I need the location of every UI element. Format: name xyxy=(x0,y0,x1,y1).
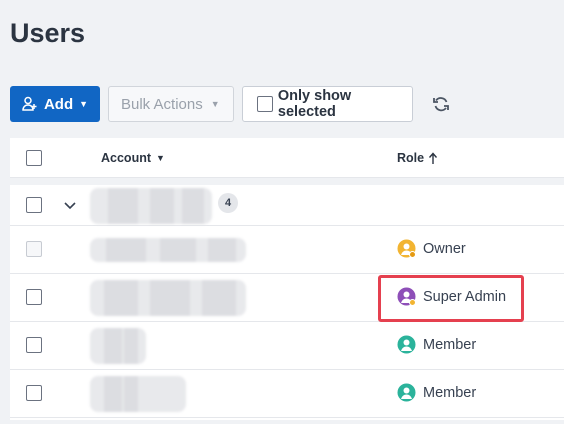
redacted-account xyxy=(90,280,246,316)
only-show-selected-label: Only show selected xyxy=(277,88,352,120)
row-checkbox xyxy=(26,241,42,257)
refresh-icon[interactable] xyxy=(430,93,452,115)
bulk-actions-label: Bulk Actions xyxy=(121,95,203,113)
add-button-label: Add xyxy=(43,95,74,113)
user-avatar-icon xyxy=(397,335,416,354)
group-checkbox[interactable] xyxy=(26,197,42,213)
redacted-account xyxy=(90,328,146,364)
role-cell: Member xyxy=(397,335,476,354)
page-title: Users xyxy=(10,18,86,48)
select-all-checkbox[interactable] xyxy=(26,150,42,166)
bulk-actions-button[interactable]: Bulk Actions ▼ xyxy=(108,86,234,122)
role-label: Member xyxy=(423,384,477,401)
row-checkbox[interactable] xyxy=(26,337,42,353)
redacted-account xyxy=(90,238,246,262)
caret-down-icon: ▼ xyxy=(210,99,220,109)
role-cell: Member xyxy=(397,383,476,402)
chevron-down-icon[interactable] xyxy=(62,197,78,213)
account-header-label: Account xyxy=(101,151,151,165)
only-show-selected-checkbox[interactable] xyxy=(257,96,273,112)
highlight-box xyxy=(378,275,524,322)
add-button[interactable]: Add ▼ xyxy=(10,86,100,122)
user-avatar-icon xyxy=(397,239,416,258)
account-column-header[interactable]: Account ▼ xyxy=(101,151,165,165)
caret-down-icon: ▼ xyxy=(79,99,89,109)
member-count-badge: 4 xyxy=(218,193,238,213)
role-header-label: Role xyxy=(397,151,425,165)
role-column-header[interactable]: Role xyxy=(397,151,438,165)
role-label: Owner xyxy=(423,240,466,257)
redacted-group-name xyxy=(90,188,212,224)
sort-up-arrow-icon xyxy=(429,151,438,164)
table-row[interactable]: Member xyxy=(10,322,564,370)
table-row[interactable]: Member xyxy=(10,370,564,418)
add-user-icon xyxy=(22,96,37,111)
row-checkbox[interactable] xyxy=(26,385,42,401)
role-label: Member xyxy=(423,336,477,353)
role-cell: Owner xyxy=(397,239,466,258)
redacted-account xyxy=(90,376,186,412)
table-header: Account ▼ Role xyxy=(10,138,564,178)
group-row[interactable]: 4 xyxy=(10,185,564,226)
table-row[interactable]: Owner xyxy=(10,226,564,274)
caret-down-icon: ▼ xyxy=(156,153,165,163)
user-avatar-icon xyxy=(397,383,416,402)
only-show-selected-toggle[interactable]: Only show selected xyxy=(242,86,413,122)
header-separator xyxy=(10,178,564,185)
row-checkbox[interactable] xyxy=(26,289,42,305)
